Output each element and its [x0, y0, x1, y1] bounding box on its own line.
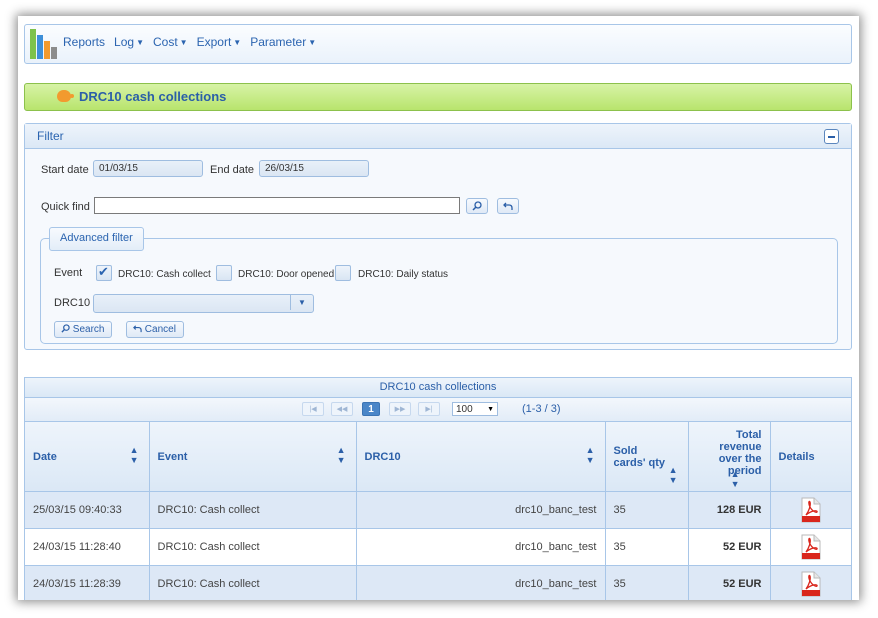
cell-sold-cards: 35	[605, 565, 689, 600]
cell-drc10: drc10_banc_test	[356, 528, 606, 566]
cell-details	[770, 565, 852, 600]
piggy-bank-icon	[57, 90, 74, 102]
cell-event: DRC10: Cash collect	[149, 565, 357, 600]
page-1-button[interactable]: 1	[362, 402, 380, 416]
filter-title: Filter	[37, 129, 64, 143]
top-menubar: Reports Log ▼ Cost ▼ Export ▼ Parameter ▼	[24, 24, 852, 64]
cell-revenue: 128 EUR	[688, 491, 771, 529]
chevron-down-icon: ▼	[136, 38, 144, 47]
prev-page-button[interactable]: ◀◀	[331, 402, 353, 416]
data-table-panel: DRC10 cash collections |◀ ◀◀ 1 ▶▶ ▶| 100…	[24, 377, 852, 600]
search-button-label: Search	[72, 324, 105, 335]
start-date-label: Start date	[41, 164, 89, 176]
column-header-details: Details	[770, 422, 852, 492]
cell-details	[770, 491, 852, 529]
cell-drc10: drc10_banc_test	[356, 491, 606, 529]
column-header-revenue[interactable]: Total revenue over the period ▲ ▼	[688, 422, 771, 492]
column-header-event[interactable]: Event ▲ ▼	[149, 422, 357, 492]
table-row[interactable]: 25/03/15 09:40:33 DRC10: Cash collect drc1…	[25, 491, 852, 529]
collapse-icon[interactable]	[824, 129, 839, 144]
paginator: |◀ ◀◀ 1 ▶▶ ▶| 100 ▼ (1-3 / 3)	[25, 398, 851, 422]
search-icon	[61, 324, 70, 333]
cell-revenue: 52 EUR	[688, 528, 771, 566]
first-page-button[interactable]: |◀	[302, 402, 324, 416]
menu-item-reports[interactable]: Reports	[63, 35, 105, 49]
undo-icon	[503, 202, 513, 210]
cell-date: 25/03/15 09:40:33	[25, 491, 150, 529]
sort-icon: ▲ ▼	[336, 445, 346, 465]
checkbox-cash-collect-label: DRC10: Cash collect	[118, 269, 211, 280]
quick-find-input[interactable]	[94, 197, 460, 214]
checkbox-cash-collect[interactable]	[96, 264, 112, 281]
advanced-filter-toggle[interactable]: Advanced filter	[49, 227, 144, 251]
cell-event: DRC10: Cash collect	[149, 528, 357, 566]
drc10-label: DRC10	[54, 297, 91, 309]
menu-item-log[interactable]: Log ▼	[114, 35, 144, 49]
chevron-down-icon: ▼	[179, 38, 188, 47]
filter-panel: Filter Start date 01/03/15 End date 26/0…	[24, 123, 852, 350]
cell-sold-cards: 35	[605, 491, 689, 529]
cell-details	[770, 528, 852, 566]
table-caption: DRC10 cash collections	[25, 378, 851, 398]
table-row[interactable]: 24/03/15 11:28:39 DRC10: Cash collect drc1…	[25, 565, 852, 600]
next-page-button[interactable]: ▶▶	[389, 402, 411, 416]
quick-find-search-button[interactable]	[466, 198, 488, 214]
main-menu: Reports Log ▼ Cost ▼ Export ▼ Parameter ▼	[63, 35, 316, 49]
results-table: Date ▲ ▼ Event ▲ ▼ DRC10 ▲ ▼ Sold cards' qty ▲ ▼…	[25, 422, 852, 600]
menu-item-cost[interactable]: Cost ▼	[153, 35, 188, 49]
sort-icon: ▲ ▼	[585, 445, 595, 465]
quick-find-reset-button[interactable]	[497, 198, 519, 214]
menu-item-parameter[interactable]: Parameter ▼	[250, 35, 316, 49]
search-button[interactable]: Search	[54, 321, 113, 338]
app-window: Reports Log ▼ Cost ▼ Export ▼ Parameter ▼ DRC10 …	[18, 16, 859, 600]
cell-sold-cards: 35	[605, 528, 689, 566]
end-date-label: End date	[210, 164, 255, 176]
advanced-filter-fieldset: Advanced filter Event DRC10: Cash collec…	[40, 227, 838, 344]
checkbox-door-opened[interactable]	[216, 265, 232, 281]
search-icon	[472, 201, 482, 211]
cell-revenue: 52 EUR	[688, 565, 771, 600]
pdf-icon[interactable]	[801, 534, 821, 560]
table-header-row: Date ▲ ▼ Event ▲ ▼ DRC10 ▲ ▼ Sold cards' qty ▲ ▼…	[25, 422, 852, 492]
page-title-bar: DRC10 cash collections	[24, 83, 852, 111]
column-header-drc10[interactable]: DRC10 ▲ ▼	[356, 422, 606, 492]
column-header-date[interactable]: Date ▲ ▼	[25, 422, 150, 492]
rows-per-page-select[interactable]: 100 ▼	[452, 402, 498, 416]
pdf-icon[interactable]	[801, 497, 821, 523]
page-count: (1-3 / 3)	[522, 403, 561, 415]
chevron-down-icon: ▼	[233, 38, 242, 47]
cancel-button-label: Cancel	[144, 324, 176, 335]
dropdown-arrow-icon[interactable]: ▼	[290, 295, 313, 310]
sort-icon: ▲ ▼	[668, 465, 678, 485]
pdf-icon[interactable]	[801, 571, 821, 597]
sort-icon: ▲ ▼	[129, 445, 139, 465]
checkbox-daily-status-label: DRC10: Daily status	[358, 269, 449, 280]
undo-icon	[133, 325, 142, 333]
event-label: Event	[54, 267, 83, 279]
quick-find-label: Quick find	[41, 201, 90, 213]
drc10-select-value	[94, 300, 98, 311]
checkbox-door-opened-label: DRC10: Door opened	[238, 269, 335, 280]
rows-per-page-value: 100	[456, 404, 473, 415]
last-page-button[interactable]: ▶|	[418, 402, 440, 416]
cell-drc10: drc10_banc_test	[356, 565, 606, 600]
sort-icon: ▲ ▼	[730, 469, 740, 489]
menu-item-export[interactable]: Export ▼	[197, 35, 242, 49]
dropdown-arrow-icon: ▼	[487, 406, 494, 413]
drc10-select[interactable]: ▼	[93, 294, 314, 313]
table-row[interactable]: 24/03/15 11:28:40 DRC10: Cash collect drc1…	[25, 528, 852, 566]
page-title: DRC10 cash collections	[79, 89, 227, 104]
app-logo-icon[interactable]	[30, 29, 58, 59]
cell-date: 24/03/15 11:28:39	[25, 565, 150, 600]
column-header-sold-cards[interactable]: Sold cards' qty ▲ ▼	[605, 422, 689, 492]
start-date-field[interactable]: 01/03/15	[93, 160, 203, 177]
cell-date: 24/03/15 11:28:40	[25, 528, 150, 566]
filter-header[interactable]: Filter	[25, 124, 851, 149]
cancel-button[interactable]: Cancel	[126, 321, 184, 338]
chevron-down-icon: ▼	[308, 38, 317, 47]
checkbox-daily-status[interactable]	[335, 265, 351, 281]
cell-event: DRC10: Cash collect	[149, 491, 357, 529]
end-date-field[interactable]: 26/03/15	[259, 160, 369, 177]
